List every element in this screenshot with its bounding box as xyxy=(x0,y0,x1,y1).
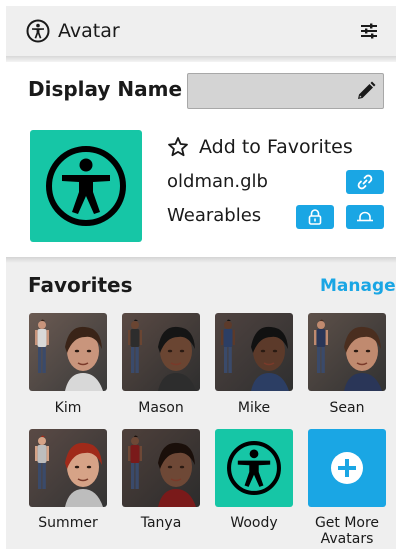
pencil-edit-icon[interactable] xyxy=(355,80,377,102)
favorite-label: Get More Avatars xyxy=(314,515,380,547)
settings-sliders-icon[interactable] xyxy=(358,20,380,42)
favorite-label: Kim xyxy=(54,400,82,416)
avatar-portrait-image xyxy=(215,313,293,391)
avatar-portrait-image xyxy=(29,313,107,391)
favorite-avatar-mason[interactable] xyxy=(122,313,200,391)
favorite-avatar-tanya[interactable] xyxy=(122,429,200,507)
accessibility-icon xyxy=(26,19,50,43)
header-shadow xyxy=(6,56,396,62)
favorites-panel-shadow xyxy=(6,257,396,263)
avatar-portrait-image xyxy=(122,429,200,507)
display-name-label: Display Name xyxy=(28,77,183,101)
favorite-avatar-summer[interactable] xyxy=(29,429,107,507)
manage-favorites-link[interactable]: Manage xyxy=(320,276,396,296)
header-bar: Avatar xyxy=(6,6,396,56)
wearables-lock-button[interactable] xyxy=(296,205,334,229)
plus-circle-icon xyxy=(331,452,363,484)
lock-icon xyxy=(308,209,322,225)
favorite-label: Sean xyxy=(329,400,365,416)
favorite-avatar-kim[interactable] xyxy=(29,313,107,391)
favorite-label: Tanya xyxy=(140,515,182,531)
copy-link-button[interactable] xyxy=(346,170,384,194)
favorite-label: Woody xyxy=(230,515,278,531)
hat-icon xyxy=(357,211,373,222)
favorite-label: Mason xyxy=(138,400,184,416)
favorites-title: Favorites xyxy=(28,273,133,297)
avatar-portrait-image xyxy=(29,429,107,507)
favorite-avatar-woody[interactable] xyxy=(215,429,293,507)
avatar-portrait-image xyxy=(122,313,200,391)
current-avatar-thumbnail xyxy=(30,130,142,242)
favorite-avatar-sean[interactable] xyxy=(308,313,386,391)
add-to-favorites-button[interactable]: Add to Favorites xyxy=(167,136,353,158)
panel-title: Avatar xyxy=(58,20,120,42)
favorite-label: Summer xyxy=(38,515,98,531)
favorite-label: Mike xyxy=(237,400,271,416)
star-outline-icon xyxy=(168,137,188,157)
wearables-hat-button[interactable] xyxy=(346,205,384,229)
get-more-avatars-button[interactable] xyxy=(308,429,386,507)
accessibility-avatar-icon xyxy=(46,146,126,226)
link-icon xyxy=(357,174,373,190)
wearables-label: Wearables xyxy=(167,205,262,226)
add-to-favorites-label: Add to Favorites xyxy=(199,136,353,158)
avatar-file-name: oldman.glb xyxy=(167,171,268,192)
avatar-portrait-image xyxy=(308,313,386,391)
favorite-avatar-mike[interactable] xyxy=(215,313,293,391)
accessibility-avatar-icon xyxy=(227,441,281,495)
